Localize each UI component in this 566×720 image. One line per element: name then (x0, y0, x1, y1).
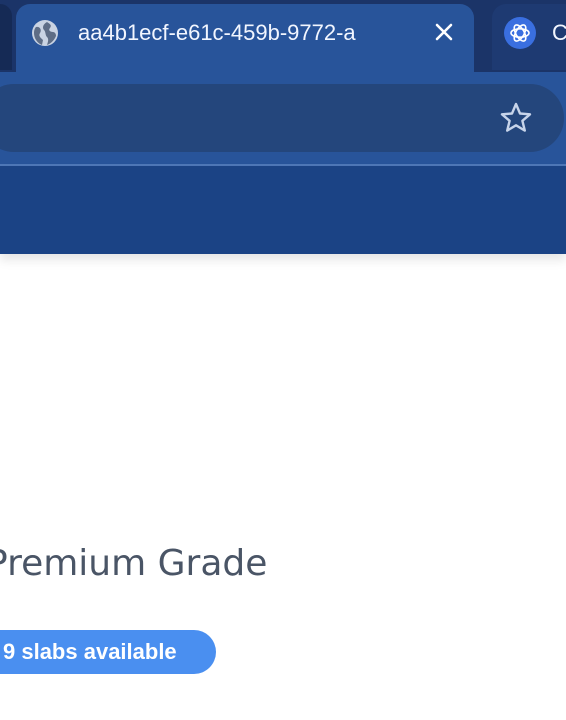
product-grade: Premium Grade (0, 543, 268, 584)
site-header (0, 166, 566, 254)
address-bar[interactable] (0, 84, 564, 152)
next-tab-title: C (552, 20, 566, 45)
chatgpt-icon (504, 17, 536, 49)
globe-icon (30, 18, 60, 48)
tab-title: aa4b1ecf-e61c-459b-9772-a (78, 20, 356, 45)
previous-tab[interactable] (0, 4, 12, 70)
star-icon[interactable] (496, 98, 536, 138)
availability-badge-label: 9 slabs available (3, 639, 177, 664)
close-icon[interactable] (430, 18, 458, 46)
screenshot-frame: aa4b1ecf-e61c-459b-9772-a C oo Premium G… (0, 0, 566, 720)
